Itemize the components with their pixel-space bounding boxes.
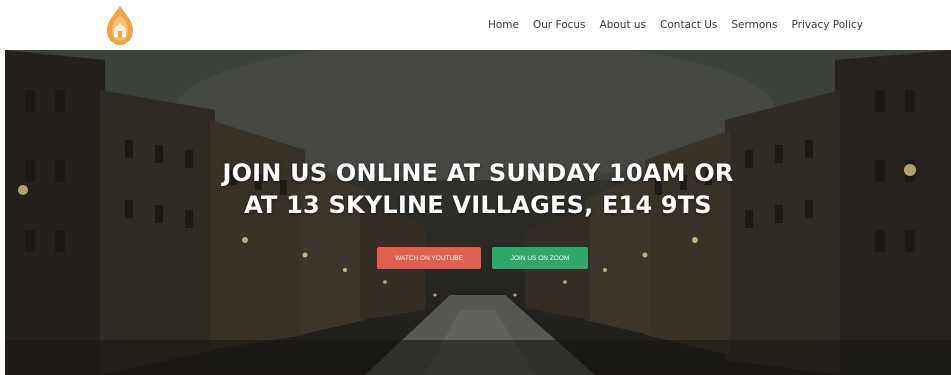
hero-title-line-2: AT 13 SKYLINE VILLAGES, E14 9TS (244, 191, 712, 219)
nav-about-us[interactable]: About us (600, 19, 647, 31)
watch-on-youtube-button[interactable]: WATCH ON YOUTUBE (377, 247, 481, 269)
nav-contact-us[interactable]: Contact Us (660, 19, 717, 31)
nav-home[interactable]: Home (488, 19, 519, 31)
hero-title: JOIN US ONLINE AT SUNDAY 10AM OR AT 13 S… (5, 157, 951, 221)
nav-sermons[interactable]: Sermons (731, 19, 777, 31)
nav-our-focus[interactable]: Our Focus (533, 19, 586, 31)
main-nav: Home Our Focus About us Contact Us Sermo… (488, 0, 863, 50)
nav-privacy-policy[interactable]: Privacy Policy (791, 19, 863, 31)
logo-icon[interactable] (104, 5, 136, 47)
hero-title-line-1: JOIN US ONLINE AT SUNDAY 10AM OR (222, 159, 734, 187)
join-us-on-zoom-button[interactable]: JOIN US ON ZOOM (492, 247, 588, 269)
hero-banner: JOIN US ONLINE AT SUNDAY 10AM OR AT 13 S… (5, 50, 951, 375)
site-header: Home Our Focus About us Contact Us Sermo… (0, 0, 951, 50)
